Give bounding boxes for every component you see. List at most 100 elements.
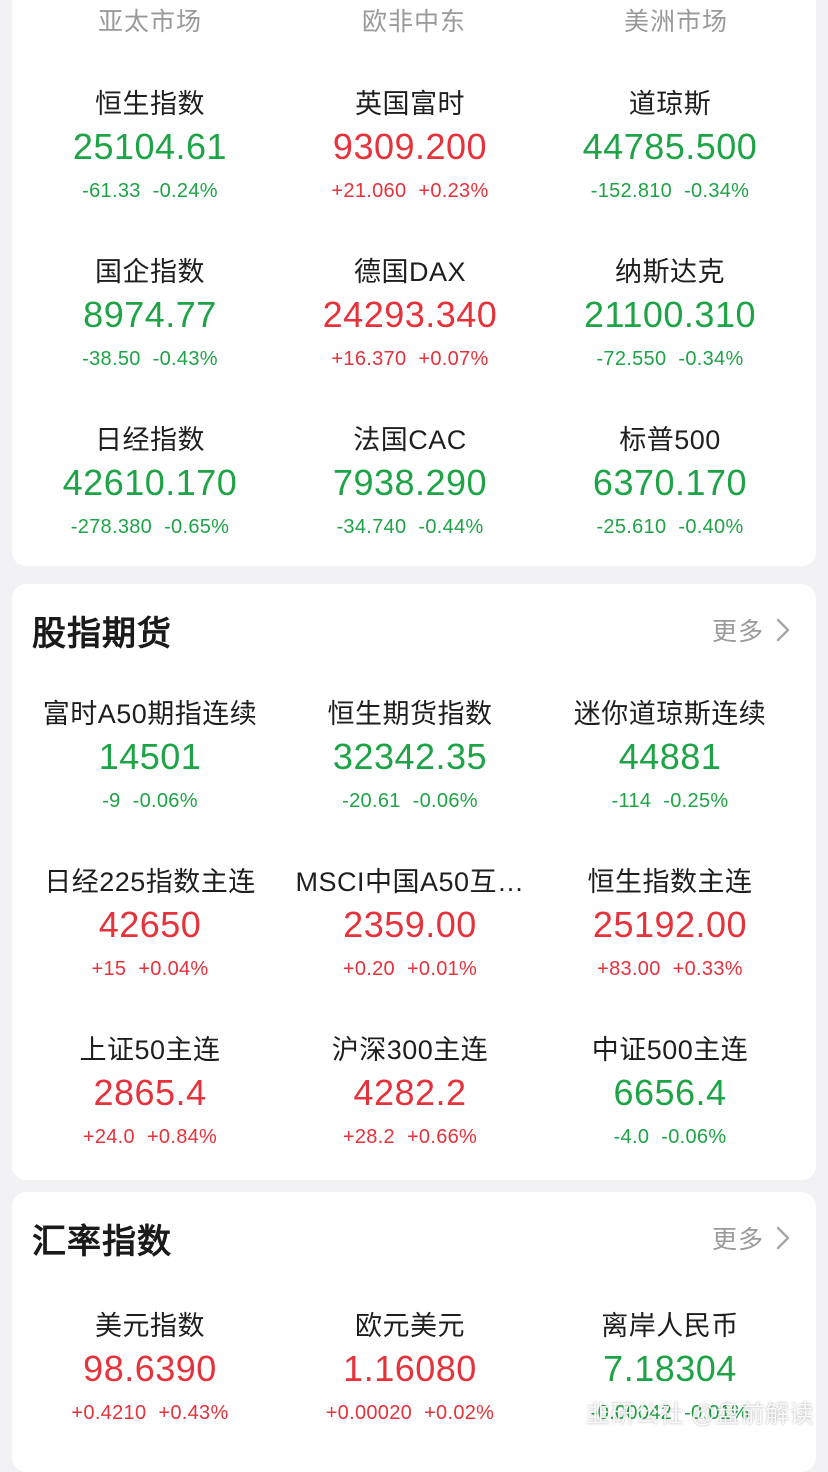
quote-cell[interactable]: MSCI中国A50互… 2359.00 +0.20 +0.01% xyxy=(276,860,544,1028)
quote-change: +0.00020 +0.02% xyxy=(276,1402,544,1425)
quote-cell[interactable]: 道琼斯 44785.500 -152.810 -0.34% xyxy=(536,82,804,250)
quote-price: 7.18304 xyxy=(603,1348,737,1389)
tab-asia-pacific[interactable]: 亚太市场 xyxy=(16,2,284,38)
quote-price: 24293.340 xyxy=(322,294,498,335)
quote-name: 离岸人民币 xyxy=(601,1311,739,1341)
change-percent: +0.07% xyxy=(418,348,489,370)
quote-change: -4.0 -0.06% xyxy=(536,1126,804,1149)
quote-price: 44881 xyxy=(618,736,722,777)
quote-price: 32342.35 xyxy=(332,736,488,777)
quote-name: MSCI中国A50互… xyxy=(295,867,525,897)
change-percent: -0.40% xyxy=(678,516,744,538)
quote-cell[interactable]: 日经225指数主连 42650 +15 +0.04% xyxy=(16,860,284,1028)
change-value: -152.810 xyxy=(590,180,673,202)
more-label: 更多 xyxy=(711,618,764,646)
quote-price: 8974.77 xyxy=(83,294,217,335)
tab-americas[interactable]: 美洲市场 xyxy=(542,2,810,38)
section-title: 股指期货 xyxy=(32,615,172,653)
quote-name: 恒生指数 xyxy=(95,89,205,119)
quote-name: 道琼斯 xyxy=(628,89,712,119)
quote-cell[interactable]: 沪深300主连 4282.2 +28.2 +0.66% xyxy=(276,1028,544,1196)
quote-name: 日经225指数主连 xyxy=(44,867,256,897)
quote-cell[interactable]: 纳斯达克 21100.310 -72.550 -0.34% xyxy=(536,250,804,418)
quote-cell[interactable]: 德国DAX 24293.340 +16.370 +0.07% xyxy=(276,250,544,418)
change-value: +15 xyxy=(91,958,127,980)
change-value: -34.740 xyxy=(336,516,407,538)
quote-cell[interactable]: 英国富时 9309.200 +21.060 +0.23% xyxy=(276,82,544,250)
more-button[interactable]: 更多 xyxy=(712,1220,794,1256)
chevron-right-icon xyxy=(776,618,790,642)
quote-cell[interactable]: 日经指数 42610.170 -278.380 -0.65% xyxy=(16,418,284,586)
quote-change: -38.50 -0.43% xyxy=(16,348,284,371)
change-percent: -0.06% xyxy=(661,1126,727,1148)
change-percent: +0.23% xyxy=(418,180,489,202)
chevron-right-icon xyxy=(776,1226,790,1250)
change-percent: +0.84% xyxy=(146,1126,218,1148)
quote-name: 迷你道琼斯连续 xyxy=(573,699,767,729)
quote-cell[interactable]: 法国CAC 7938.290 -34.740 -0.44% xyxy=(276,418,544,586)
quote-cell[interactable]: 美元指数 98.6390 +0.4210 +0.43% xyxy=(16,1304,284,1472)
quote-cell[interactable]: 国企指数 8974.77 -38.50 -0.43% xyxy=(16,250,284,418)
change-percent: +0.33% xyxy=(672,958,743,980)
quote-name: 英国富时 xyxy=(355,89,465,119)
change-value: -114 xyxy=(611,790,652,812)
quote-name: 德国DAX xyxy=(353,257,467,287)
quote-name: 国企指数 xyxy=(95,257,205,287)
quote-cell[interactable]: 欧元美元 1.16080 +0.00020 +0.02% xyxy=(276,1304,544,1472)
change-value: -25.610 xyxy=(596,516,667,538)
quote-cell[interactable]: 恒生期货指数 32342.35 -20.61 -0.06% xyxy=(276,692,544,860)
quote-price: 6370.170 xyxy=(592,462,748,503)
quote-name: 恒生指数主连 xyxy=(587,867,753,897)
section-header: 股指期货 更多 xyxy=(12,584,816,676)
quote-cell[interactable]: 恒生指数 25104.61 -61.33 -0.24% xyxy=(16,82,284,250)
change-percent: -0.43% xyxy=(152,348,218,370)
change-percent: -0.06% xyxy=(132,790,198,812)
quote-change: -152.810 -0.34% xyxy=(536,180,804,203)
change-value: +0.00020 xyxy=(325,1402,413,1424)
quote-cell[interactable]: 上证50主连 2865.4 +24.0 +0.84% xyxy=(16,1028,284,1196)
quote-cell[interactable]: 离岸人民币 7.18304 -0.00042 -0.01% xyxy=(536,1304,804,1472)
change-value: -278.380 xyxy=(70,516,153,538)
watermark: 韭研公社 @盘前解读 xyxy=(585,1401,814,1428)
quote-name: 美元指数 xyxy=(95,1311,205,1341)
fx-index-card: 汇率指数 更多 美元指数 98.6390 +0.4210 +0.43% 欧元美元 1.16… xyxy=(12,1192,816,1472)
tab-emea[interactable]: 欧非中东 xyxy=(280,2,548,38)
change-value: -20.61 xyxy=(342,790,401,812)
global-indices-card: 亚太市场 欧非中东 美洲市场 恒生指数 25104.61 -61.33 -0.24% 英… xyxy=(12,0,816,566)
quote-change: -34.740 -0.44% xyxy=(276,516,544,539)
change-percent: -0.34% xyxy=(684,180,750,202)
quote-cell[interactable]: 恒生指数主连 25192.00 +83.00 +0.33% xyxy=(536,860,804,1028)
quote-change: -61.33 -0.24% xyxy=(16,180,284,203)
quote-price: 44785.500 xyxy=(582,126,758,167)
quote-name: 标普500 xyxy=(619,425,721,455)
quote-cell[interactable]: 迷你道琼斯连续 44881 -114 -0.25% xyxy=(536,692,804,860)
quote-price: 1.16080 xyxy=(343,1348,477,1389)
change-value: -72.550 xyxy=(596,348,667,370)
index-futures-card: 股指期货 更多 富时A50期指连续 14501 -9 -0.06% 恒生期货指数 3234… xyxy=(12,584,816,1180)
quote-change: +21.060 +0.23% xyxy=(276,180,544,203)
change-value: +16.370 xyxy=(331,348,407,370)
quote-change: +24.0 +0.84% xyxy=(16,1126,284,1149)
quote-change: -278.380 -0.65% xyxy=(16,516,284,539)
quote-name: 欧元美元 xyxy=(355,1311,465,1341)
change-value: -4.0 xyxy=(613,1126,650,1148)
change-value: +83.00 xyxy=(597,958,661,980)
more-button[interactable]: 更多 xyxy=(712,612,794,648)
quote-price: 2359.00 xyxy=(343,904,477,945)
quote-cell[interactable]: 中证500主连 6656.4 -4.0 -0.06% xyxy=(536,1028,804,1196)
change-percent: -0.44% xyxy=(418,516,484,538)
market-tabs: 亚太市场 欧非中东 美洲市场 xyxy=(12,0,816,40)
quote-cell[interactable]: 富时A50期指连续 14501 -9 -0.06% xyxy=(16,692,284,860)
change-value: -9 xyxy=(102,790,121,812)
quote-price: 4282.2 xyxy=(353,1072,467,1113)
change-value: +24.0 xyxy=(82,1126,135,1148)
quote-price: 6656.4 xyxy=(613,1072,727,1113)
section-title: 汇率指数 xyxy=(32,1223,172,1261)
quote-price: 25104.61 xyxy=(72,126,228,167)
quote-change: +0.20 +0.01% xyxy=(276,958,544,981)
quote-cell[interactable]: 标普500 6370.170 -25.610 -0.40% xyxy=(536,418,804,586)
change-percent: -0.65% xyxy=(164,516,230,538)
change-value: -61.33 xyxy=(82,180,141,202)
section-header: 汇率指数 更多 xyxy=(12,1192,816,1284)
change-percent: +0.02% xyxy=(424,1402,495,1424)
